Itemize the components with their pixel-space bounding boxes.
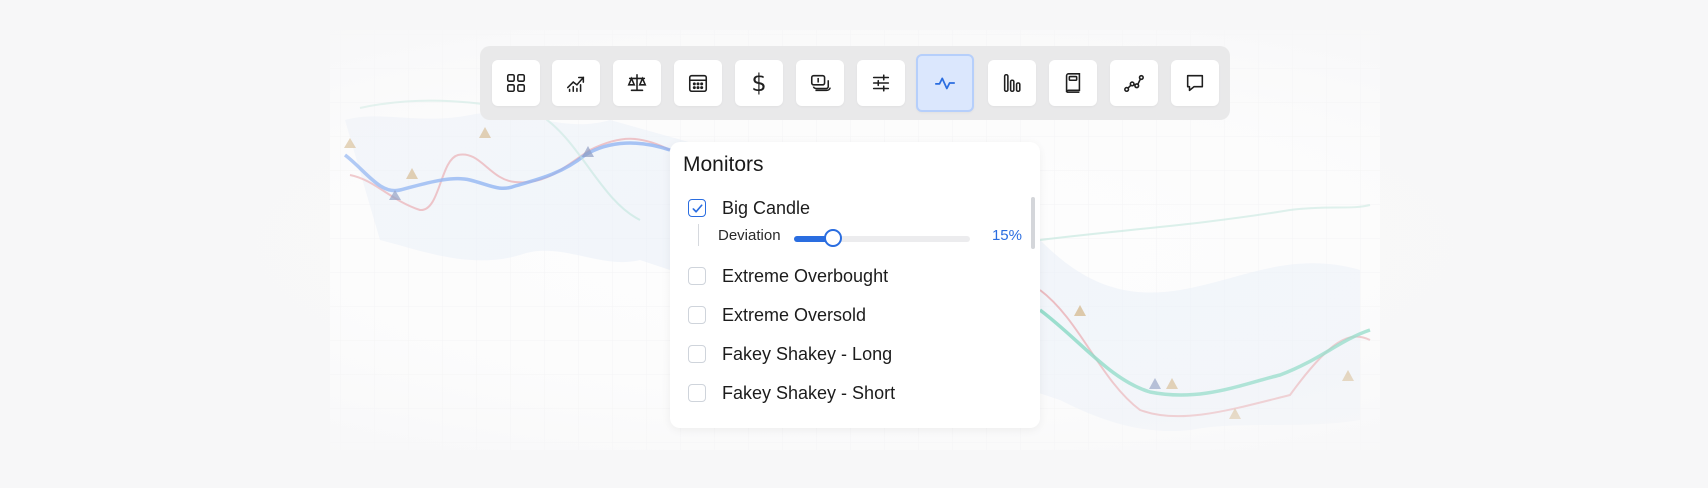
scales-icon bbox=[627, 73, 647, 92]
sliders-icon bbox=[872, 74, 890, 92]
tool-calendar[interactable] bbox=[674, 60, 722, 106]
deviation-value: 15% bbox=[991, 227, 1022, 244]
monitor-item-extreme-overbought[interactable]: Extreme Overbought bbox=[688, 265, 888, 287]
monitors-panel: Monitors Big Candle Deviation 15% Extrem… bbox=[670, 142, 1040, 428]
monitor-label: Big Candle bbox=[722, 197, 811, 218]
line-points-icon bbox=[1124, 74, 1144, 93]
checkbox-big-candle[interactable] bbox=[688, 199, 706, 217]
monitor-item-fakey-shakey-long[interactable]: Fakey Shakey - Long bbox=[688, 343, 892, 365]
indent-line bbox=[698, 224, 699, 246]
tool-book[interactable] bbox=[1049, 60, 1097, 106]
checkbox-extreme-overbought[interactable] bbox=[688, 267, 706, 285]
tool-money-stack[interactable] bbox=[796, 60, 844, 106]
tool-bars[interactable] bbox=[988, 60, 1036, 106]
tool-scales[interactable] bbox=[613, 60, 661, 106]
book-icon bbox=[1065, 73, 1081, 93]
chat-icon bbox=[1186, 74, 1204, 92]
checkbox-fakey-shakey-long[interactable] bbox=[688, 345, 706, 363]
chart-trend-icon bbox=[566, 76, 585, 93]
tool-dollar[interactable]: $ bbox=[735, 60, 783, 106]
tool-chart-trend[interactable] bbox=[552, 60, 600, 106]
deviation-slider[interactable] bbox=[794, 229, 970, 247]
tool-sliders[interactable] bbox=[857, 60, 905, 106]
tool-line-points[interactable] bbox=[1110, 60, 1158, 106]
checkbox-extreme-oversold[interactable] bbox=[688, 306, 706, 324]
monitor-item-extreme-oversold[interactable]: Extreme Oversold bbox=[688, 304, 866, 326]
check-icon bbox=[691, 203, 703, 213]
scrollbar[interactable] bbox=[1031, 197, 1035, 249]
pulse-icon bbox=[934, 77, 956, 90]
money-stack-icon bbox=[810, 74, 831, 92]
tool-pulse[interactable] bbox=[916, 54, 974, 112]
panel-title: Monitors bbox=[683, 153, 764, 176]
grid-icon bbox=[506, 73, 526, 93]
deviation-label: Deviation bbox=[718, 227, 781, 244]
toolbar: $ bbox=[480, 46, 1230, 120]
monitor-item-fakey-shakey-short[interactable]: Fakey Shakey - Short bbox=[688, 382, 895, 404]
monitor-item-big-candle[interactable]: Big Candle bbox=[688, 197, 810, 219]
dollar-icon: $ bbox=[751, 69, 767, 97]
tool-grid[interactable] bbox=[492, 60, 540, 106]
checkbox-fakey-shakey-short[interactable] bbox=[688, 384, 706, 402]
tool-chat[interactable] bbox=[1171, 60, 1219, 106]
slider-thumb[interactable] bbox=[823, 229, 842, 247]
monitor-label: Extreme Overbought bbox=[722, 265, 889, 286]
monitor-label: Extreme Oversold bbox=[722, 304, 867, 325]
bars-icon bbox=[1003, 73, 1021, 93]
monitor-label: Fakey Shakey - Short bbox=[722, 382, 896, 403]
calendar-icon bbox=[688, 74, 708, 93]
monitor-label: Fakey Shakey - Long bbox=[722, 343, 893, 364]
